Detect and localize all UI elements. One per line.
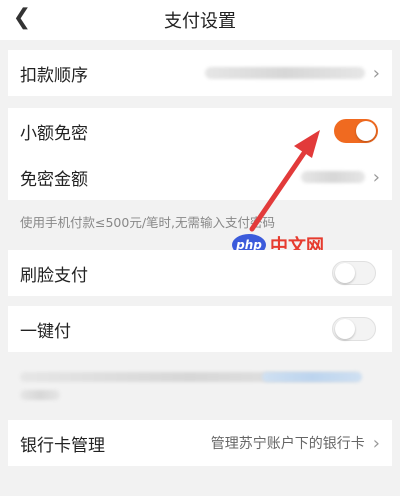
- annotation-arrow: [249, 130, 320, 232]
- arrow-shaft: [249, 147, 309, 232]
- arrow-head: [294, 130, 320, 158]
